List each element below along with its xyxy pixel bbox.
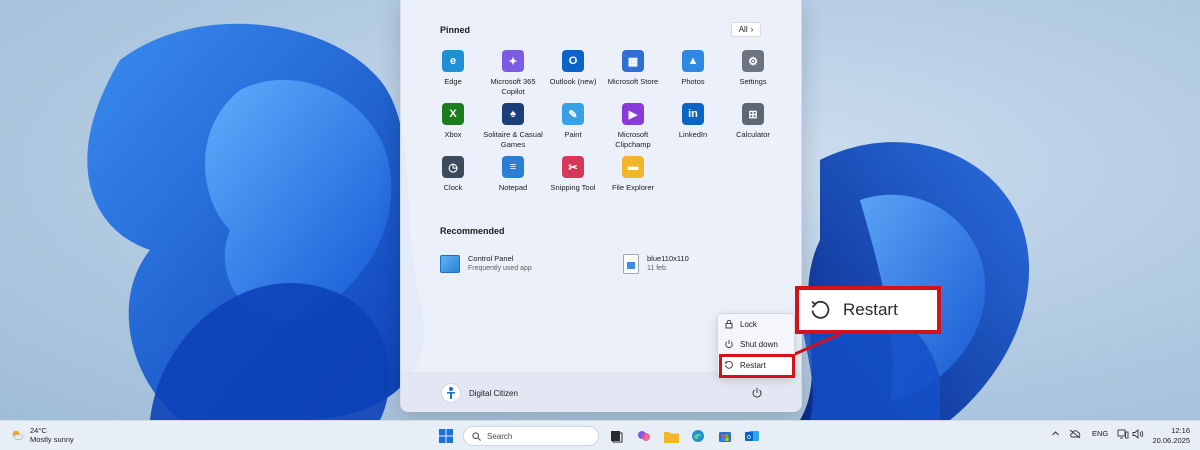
clock-time: 12:16 [1171, 426, 1190, 435]
weather-temperature: 24°C [30, 426, 47, 435]
restart-icon [811, 300, 830, 319]
restart-zoom-callout: Restart [795, 286, 941, 334]
store-icon [719, 432, 731, 442]
weather-widget[interactable]: 24°C Mostly sunny [10, 426, 74, 444]
partly-sunny-icon [12, 430, 24, 440]
network-button[interactable] [1117, 429, 1129, 441]
folder-icon [663, 431, 679, 443]
chevron-up-icon [1052, 431, 1059, 436]
restart-icon [724, 360, 733, 369]
taskbar-edge[interactable] [688, 426, 708, 446]
weather-condition: Mostly sunny [30, 435, 74, 444]
speaker-icon [1132, 429, 1144, 439]
start-button[interactable] [436, 426, 456, 446]
taskbar: 24°C Mostly sunny Search o ENG 12:16 20.… [0, 420, 1200, 450]
restart-menu-item[interactable]: Restart [724, 357, 766, 373]
shut-down-label: Shut down [740, 339, 778, 349]
callout-connector [794, 332, 841, 356]
cloud-off-icon [1069, 429, 1081, 439]
copilot-icon [638, 431, 650, 441]
task-view-icon [611, 431, 623, 443]
task-view-button[interactable] [607, 426, 627, 446]
outlook-icon: o [745, 431, 759, 441]
lock-menu-item[interactable]: Lock [724, 316, 757, 332]
taskbar-file-explorer[interactable] [661, 426, 681, 446]
edge-icon [692, 430, 704, 442]
show-hidden-icons-button[interactable] [1051, 429, 1060, 440]
network-icon [1117, 429, 1129, 439]
onedrive-tray-button[interactable] [1069, 429, 1081, 441]
lock-icon [725, 319, 733, 329]
taskbar-store[interactable] [715, 426, 735, 446]
taskbar-clock[interactable]: 12:16 20.06.2025 [1148, 426, 1190, 446]
lock-label: Lock [740, 319, 757, 329]
callout-label: Restart [843, 300, 898, 319]
taskbar-copilot[interactable] [634, 426, 654, 446]
taskbar-outlook[interactable]: o [742, 426, 762, 446]
search-icon [472, 431, 481, 441]
volume-button[interactable] [1132, 429, 1144, 441]
svg-text:o: o [747, 434, 751, 441]
shut-down-menu-item[interactable]: Shut down [724, 336, 778, 352]
clock-date: 20.06.2025 [1152, 436, 1190, 445]
power-icon [725, 340, 733, 348]
taskbar-search[interactable]: Search [463, 426, 599, 446]
language-indicator[interactable]: ENG [1092, 429, 1108, 438]
windows-logo-icon [439, 429, 453, 443]
search-placeholder: Search [487, 431, 513, 441]
restart-label: Restart [740, 360, 766, 370]
